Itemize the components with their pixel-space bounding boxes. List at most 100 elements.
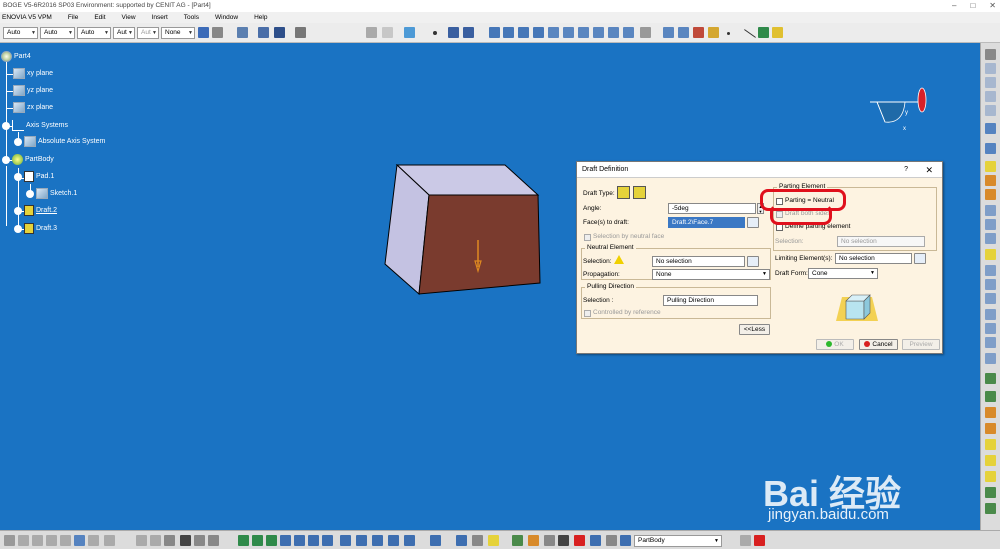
- define-parting-element-checkbox[interactable]: [776, 224, 783, 231]
- selection-by-neutral-face-checkbox[interactable]: [584, 234, 591, 241]
- stop-icon[interactable]: [754, 535, 765, 546]
- spiral-icon[interactable]: [533, 27, 544, 38]
- join-icon[interactable]: [623, 27, 634, 38]
- tree-item-xy-plane[interactable]: xy plane: [13, 68, 53, 79]
- print-icon[interactable]: [46, 535, 57, 546]
- workbench-icon[interactable]: [985, 49, 996, 60]
- plane-icon[interactable]: [985, 91, 996, 102]
- extract-icon[interactable]: [708, 27, 719, 38]
- draft-type-constant-button[interactable]: [617, 186, 630, 199]
- faces-edit-list-button[interactable]: [747, 217, 759, 228]
- undo-icon[interactable]: [74, 535, 85, 546]
- measure-icon[interactable]: [985, 471, 996, 482]
- expand-toggle[interactable]: [14, 206, 22, 215]
- cut-icon[interactable]: [60, 535, 71, 546]
- dot-icon[interactable]: [727, 32, 730, 35]
- cancel-button[interactable]: Cancel: [859, 339, 898, 350]
- line-type-combo[interactable]: Auto ▼: [77, 27, 111, 39]
- fillet-icon[interactable]: [985, 249, 996, 260]
- tools-icon[interactable]: [606, 535, 617, 546]
- angle-input[interactable]: -5deg: [668, 203, 756, 214]
- tree-item-draft-2[interactable]: Draft.2: [14, 205, 57, 216]
- layer-combo[interactable]: Aut ▼: [137, 27, 159, 39]
- ok-button[interactable]: OK: [816, 339, 854, 350]
- annotation-icon[interactable]: [985, 423, 996, 434]
- limiting-edit-list-button[interactable]: [914, 253, 926, 264]
- plane-icon[interactable]: [985, 63, 996, 74]
- slot-icon[interactable]: [985, 233, 996, 244]
- split-icon[interactable]: [985, 309, 996, 320]
- help-button[interactable]: ?: [904, 162, 908, 178]
- fill-icon[interactable]: [593, 27, 604, 38]
- body-selector-combo[interactable]: PartBody ▼: [634, 535, 722, 547]
- tree-item-yz-plane[interactable]: yz plane: [13, 85, 53, 96]
- menu-view[interactable]: View: [122, 14, 136, 21]
- grid-icon[interactable]: [274, 27, 285, 38]
- whats-this-icon[interactable]: [104, 535, 115, 546]
- pulling-selection-input[interactable]: Pulling Direction: [663, 295, 758, 306]
- hide-show-icon[interactable]: [372, 535, 383, 546]
- drafted-front-face[interactable]: [418, 194, 541, 295]
- zoom-out-icon[interactable]: [308, 535, 319, 546]
- maximize-button[interactable]: □: [970, 0, 975, 12]
- sketch-icon[interactable]: [985, 143, 996, 154]
- new-icon[interactable]: [4, 535, 15, 546]
- layers-icon[interactable]: [404, 27, 415, 38]
- propagation-select[interactable]: None ▼: [652, 269, 770, 280]
- rotate-icon[interactable]: [280, 535, 291, 546]
- point-type-combo[interactable]: Aut ▼: [113, 27, 135, 39]
- diagonal-line-icon[interactable]: [743, 29, 757, 38]
- capture-icon[interactable]: [430, 535, 441, 546]
- menu-enovia[interactable]: ENOVIA V5 VPM: [2, 14, 52, 21]
- draft-form-select[interactable]: Cone ▼: [808, 268, 878, 279]
- grid-icon[interactable]: [590, 535, 601, 546]
- expand-toggle[interactable]: [14, 224, 22, 233]
- bulb-icon[interactable]: [488, 535, 499, 546]
- shell-icon[interactable]: [985, 279, 996, 290]
- normal-view-icon[interactable]: [322, 535, 333, 546]
- expand-toggle[interactable]: [2, 121, 10, 130]
- plane-icon[interactable]: [985, 77, 996, 88]
- table-icon[interactable]: [180, 535, 191, 546]
- assemble-icon[interactable]: [985, 391, 996, 402]
- plane-icon[interactable]: [985, 105, 996, 116]
- minimize-button[interactable]: –: [952, 0, 956, 12]
- measure-icon[interactable]: [295, 27, 306, 38]
- menu-window[interactable]: Window: [215, 14, 238, 21]
- neutral-selection-input[interactable]: No selection: [652, 256, 745, 267]
- painter-icon[interactable]: [198, 27, 209, 38]
- compass-reset-icon[interactable]: [472, 535, 483, 546]
- render-icon[interactable]: [985, 503, 996, 514]
- chamfer-icon[interactable]: [985, 265, 996, 276]
- scale-icon[interactable]: [985, 353, 996, 364]
- swap-visible-icon[interactable]: [388, 535, 399, 546]
- quick-view-icon[interactable]: [404, 535, 415, 546]
- draft-analysis-icon[interactable]: [985, 439, 996, 450]
- update-icon[interactable]: [456, 535, 467, 546]
- curve-icon[interactable]: [758, 27, 769, 38]
- refresh-icon[interactable]: [512, 535, 523, 546]
- boundary-icon[interactable]: [693, 27, 704, 38]
- line-icon[interactable]: [448, 27, 459, 38]
- curvature-icon[interactable]: [985, 455, 996, 466]
- tree-item-sketch[interactable]: Sketch.1: [26, 188, 77, 199]
- axis-icon[interactable]: [544, 535, 555, 546]
- point-icon[interactable]: [433, 31, 437, 35]
- tree-item-draft-3[interactable]: Draft.3: [14, 223, 57, 234]
- axis-icon[interactable]: [463, 27, 474, 38]
- trim-icon[interactable]: [678, 27, 689, 38]
- pad-icon[interactable]: [985, 161, 996, 172]
- controlled-by-reference-checkbox[interactable]: [584, 310, 591, 317]
- comment-icon[interactable]: [150, 535, 161, 546]
- snap-icon[interactable]: [366, 27, 377, 38]
- sketcher-icon[interactable]: [237, 27, 248, 38]
- tree-root-part4[interactable]: Part4: [1, 51, 31, 62]
- select-icon[interactable]: [382, 27, 393, 38]
- material-icon[interactable]: [528, 535, 539, 546]
- line-color-combo[interactable]: Auto ▼: [3, 27, 38, 39]
- vision-icon[interactable]: [640, 27, 651, 38]
- sweep-icon[interactable]: [578, 27, 589, 38]
- part-3d-model[interactable]: [380, 160, 545, 300]
- circle-icon[interactable]: [489, 27, 500, 38]
- limiting-elements-input[interactable]: No selection: [835, 253, 912, 264]
